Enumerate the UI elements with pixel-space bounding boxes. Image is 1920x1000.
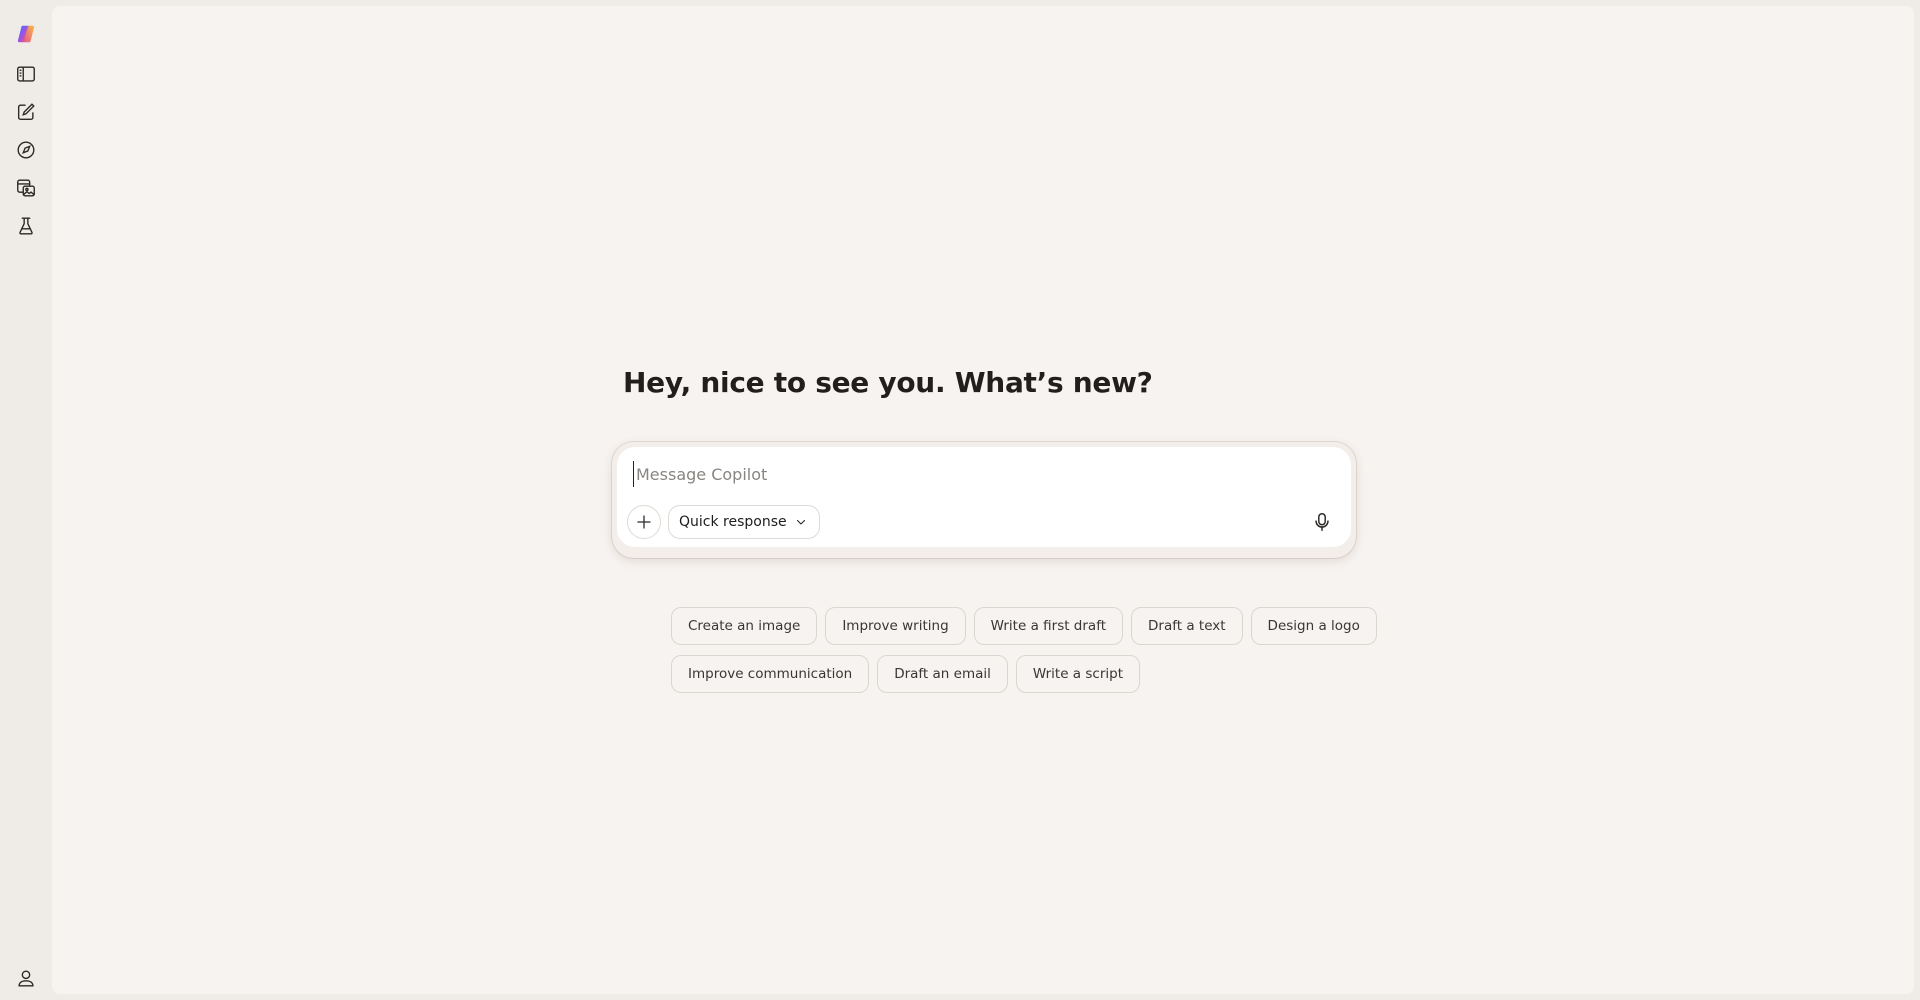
message-input[interactable]	[633, 461, 1316, 487]
suggestion-chip[interactable]: Write a first draft	[973, 607, 1124, 645]
image-gallery-icon	[17, 179, 35, 197]
suggestion-row-2: Improve communication Draft an email Wri…	[671, 655, 1371, 693]
sidebar-rail	[0, 0, 52, 1000]
voice-input-button[interactable]	[1305, 505, 1339, 539]
suggestion-chip[interactable]: Draft a text	[1131, 607, 1243, 645]
main-canvas: Hey, nice to see you. What’s new? Quick …	[52, 6, 1914, 994]
response-mode-label: Quick response	[679, 514, 787, 530]
sidebar-icon	[17, 66, 35, 82]
composer-container: Quick response	[612, 442, 1356, 558]
user-icon	[18, 970, 34, 987]
copilot-logo-icon	[17, 25, 35, 43]
greeting-heading: Hey, nice to see you. What’s new?	[623, 366, 1153, 399]
suggestion-chip[interactable]: Draft an email	[877, 655, 1008, 693]
profile-button[interactable]	[10, 962, 42, 994]
plus-icon	[637, 515, 651, 529]
discover-button[interactable]	[10, 134, 42, 166]
composer: Quick response	[617, 447, 1351, 547]
labs-button[interactable]	[10, 210, 42, 242]
suggestion-chip[interactable]: Create an image	[671, 607, 818, 645]
toggle-sidebar-button[interactable]	[10, 58, 42, 90]
chevron-down-icon	[796, 519, 805, 525]
suggestion-chip[interactable]: Improve writing	[825, 607, 966, 645]
imagine-button[interactable]	[10, 172, 42, 204]
compass-icon	[17, 141, 35, 159]
suggestion-row-1: Create an image Improve writing Write a …	[671, 607, 1377, 645]
new-chat-button[interactable]	[10, 96, 42, 128]
suggestion-chip[interactable]: Write a script	[1015, 655, 1140, 693]
suggestion-chip[interactable]: Design a logo	[1250, 607, 1377, 645]
add-attachment-button[interactable]	[627, 505, 661, 539]
suggestion-chips: Create an image Improve writing Write a …	[671, 607, 1377, 703]
flask-icon	[19, 217, 33, 235]
response-mode-dropdown[interactable]: Quick response	[668, 505, 820, 539]
copilot-app: Hey, nice to see you. What’s new? Quick …	[0, 0, 1920, 1000]
copilot-logo[interactable]	[10, 18, 42, 50]
microphone-icon	[1315, 513, 1329, 531]
compose-icon	[17, 103, 35, 121]
suggestion-chip[interactable]: Improve communication	[671, 655, 870, 693]
